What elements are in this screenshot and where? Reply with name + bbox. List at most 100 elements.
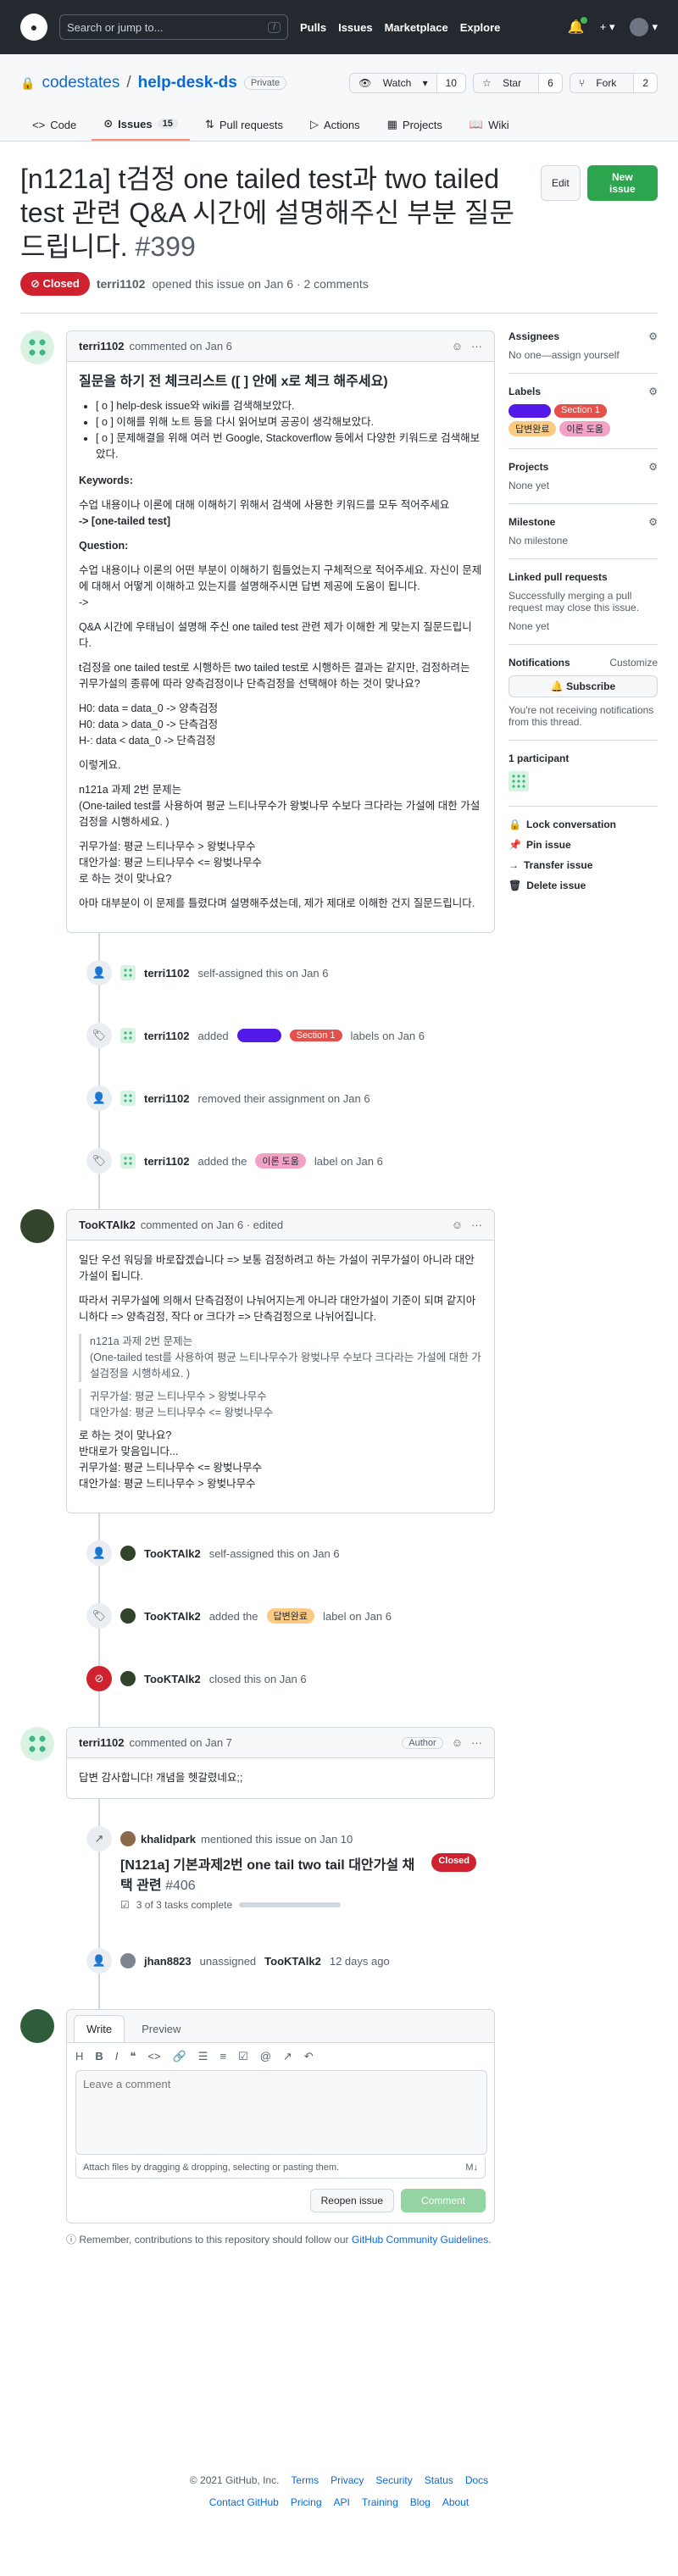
info-icon: ⓘ xyxy=(66,2234,77,2246)
contribution-notice: ⓘ Remember, contributions to this reposi… xyxy=(20,2223,495,2246)
create-new-icon[interactable]: + ▾ xyxy=(600,20,615,34)
footer-link[interactable]: Terms xyxy=(291,2474,319,2486)
label-chip: 답변완료 xyxy=(266,1608,315,1624)
new-issue-button[interactable]: New issue xyxy=(586,165,658,201)
pin-issue-link[interactable]: 📌 Pin issue xyxy=(508,839,658,851)
guidelines-link[interactable]: GitHub Community Guidelines. xyxy=(352,2234,492,2246)
label-chip: 이론 도움 xyxy=(255,1153,306,1169)
footer-link[interactable]: Contact GitHub xyxy=(209,2496,279,2508)
transfer-issue-link[interactable]: → Transfer issue xyxy=(508,859,658,871)
attach-files-area[interactable]: Attach files by dragging & dropping, sel… xyxy=(75,2157,486,2179)
customize-link[interactable]: Customize xyxy=(609,657,658,669)
footer-link[interactable]: Pricing xyxy=(291,2496,322,2508)
heading-icon[interactable]: H xyxy=(75,2050,83,2063)
star-button[interactable]: ☆ Star 6 xyxy=(472,73,563,93)
footer-link[interactable]: Training xyxy=(362,2496,398,2508)
comment-button[interactable]: Comment xyxy=(401,2189,486,2212)
reference-icon[interactable]: ↗ xyxy=(283,2050,292,2063)
book-icon: 📖 xyxy=(469,118,484,130)
person-icon: 👤 xyxy=(86,1085,112,1111)
repo-name-link[interactable]: help-desk-ds xyxy=(138,74,237,92)
delete-issue-link[interactable]: 🗑 Delete issue xyxy=(508,880,658,891)
footer-link[interactable]: Security xyxy=(375,2474,412,2486)
timeline-event: 🏷 TooKTAlk2 added the 답변완료 label on Jan 6 xyxy=(20,1593,495,1639)
nav-pulls[interactable]: Pulls xyxy=(300,21,326,34)
more-options-icon[interactable]: ··· xyxy=(471,1736,482,1749)
assign-yourself-link[interactable]: No one—assign yourself xyxy=(508,349,620,361)
footer-link[interactable]: About xyxy=(442,2496,469,2508)
footer-link[interactable]: Privacy xyxy=(331,2474,364,2486)
cross-reference-icon: ↗ xyxy=(86,1826,112,1852)
mention-icon[interactable]: @ xyxy=(260,2050,271,2063)
timeline-event: 👤 jhan8823 unassigned TooKTAlk2 12 days ago xyxy=(20,1938,495,1984)
nav-explore[interactable]: Explore xyxy=(460,21,501,34)
unordered-list-icon[interactable]: ☰ xyxy=(198,2050,208,2063)
gear-icon[interactable]: ⚙ xyxy=(648,330,658,342)
link-icon[interactable]: 🔗 xyxy=(173,2050,186,2063)
lock-conversation-link[interactable]: 🔒 Lock conversation xyxy=(508,819,658,830)
new-comment-form: Write Preview HBI ❝ <> 🔗 ☰ ≡ ☑ @ ↗ ↶ Attach fi… xyxy=(20,2009,495,2223)
footer-link[interactable]: Blog xyxy=(410,2496,431,2508)
label-chip: 답변완료 xyxy=(508,421,557,436)
repo-owner-link[interactable]: codestates xyxy=(42,74,119,92)
comment-author[interactable]: terri1102 xyxy=(79,340,125,353)
label-chip: Section 1 xyxy=(289,1030,342,1041)
referenced-issue-link[interactable]: [N121a] 기본과제2번 one tail two tail 대안가설 채택… xyxy=(120,1853,425,1894)
fork-button[interactable]: ⑂ Fork 2 xyxy=(569,73,658,93)
tasks-progress-bar xyxy=(239,1902,342,1907)
gear-icon[interactable]: ⚙ xyxy=(648,461,658,473)
footer-link[interactable]: Status xyxy=(425,2474,453,2486)
person-icon: 👤 xyxy=(86,960,112,985)
author-avatar[interactable] xyxy=(20,330,54,364)
footer-link[interactable]: API xyxy=(334,2496,350,2508)
nav-issues[interactable]: Issues xyxy=(338,21,372,34)
timeline-event: 👤 TooKTAlk2 self-assigned this on Jan 6 xyxy=(20,1530,495,1576)
more-options-icon[interactable]: ··· xyxy=(471,340,482,353)
more-options-icon[interactable]: ··· xyxy=(471,1219,482,1231)
edit-title-button[interactable]: Edit xyxy=(540,165,581,201)
task-list-icon[interactable]: ☑ xyxy=(238,2050,248,2063)
comment-textarea[interactable] xyxy=(75,2070,487,2155)
notifications-bell-icon[interactable]: 🔔 xyxy=(568,17,587,36)
ordered-list-icon[interactable]: ≡ xyxy=(220,2050,226,2063)
participant-avatar[interactable] xyxy=(508,771,529,791)
github-logo-icon[interactable]: ● xyxy=(20,14,47,41)
tab-preview[interactable]: Preview xyxy=(130,2016,192,2042)
issue-number: #399 xyxy=(135,231,196,262)
play-icon: ▷ xyxy=(309,118,319,130)
author-avatar[interactable] xyxy=(20,1209,54,1243)
reopen-issue-button[interactable]: Reopen issue xyxy=(309,2189,394,2212)
emoji-reaction-icon[interactable]: ☺ xyxy=(452,1219,463,1231)
tab-wiki[interactable]: 📖 Wiki xyxy=(458,108,521,141)
gear-icon[interactable]: ⚙ xyxy=(648,386,658,397)
tab-actions[interactable]: ▷ Actions xyxy=(298,108,372,141)
author-tag: Author xyxy=(402,1736,443,1749)
user-avatar[interactable] xyxy=(630,18,649,36)
tab-pull-requests[interactable]: ⇅ Pull requests xyxy=(193,108,295,141)
watch-button[interactable]: 👁 Watch ▾ 10 xyxy=(349,73,466,93)
issue-opener[interactable]: terri1102 xyxy=(97,277,146,291)
comment-3: terri1102 commented on Jan 7 Author ☺ ··· 답변… xyxy=(20,1727,495,1799)
italic-icon[interactable]: I xyxy=(115,2050,119,2063)
search-input[interactable]: Search or jump to... / xyxy=(59,14,288,40)
gear-icon[interactable]: ⚙ xyxy=(648,516,658,528)
footer-link[interactable]: Docs xyxy=(465,2474,488,2486)
bold-icon[interactable]: B xyxy=(95,2050,103,2063)
label-chip xyxy=(236,1029,281,1042)
referenced-state-badge: Closed xyxy=(431,1853,476,1872)
reply-icon[interactable]: ↶ xyxy=(304,2050,314,2063)
quote-icon[interactable]: ❝ xyxy=(130,2050,136,2063)
subscribe-button[interactable]: 🔔 Subscribe xyxy=(508,675,658,697)
emoji-reaction-icon[interactable]: ☺ xyxy=(452,1736,463,1749)
emoji-reaction-icon[interactable]: ☺ xyxy=(452,340,463,353)
author-avatar[interactable] xyxy=(20,1727,54,1761)
tab-write[interactable]: Write xyxy=(74,2015,125,2042)
tab-code[interactable]: <> Code xyxy=(20,108,88,141)
timeline-event: 🏷 terri1102 added Section 1 labels on Jan 6 xyxy=(20,1013,495,1058)
code-icon[interactable]: <> xyxy=(147,2050,160,2063)
tag-icon: 🏷 xyxy=(86,1148,112,1174)
tab-projects[interactable]: ▦ Projects xyxy=(375,108,454,141)
code-icon: <> xyxy=(32,118,46,131)
tab-issues[interactable]: ⊙ Issues 15 xyxy=(92,108,190,141)
nav-marketplace[interactable]: Marketplace xyxy=(385,21,448,34)
